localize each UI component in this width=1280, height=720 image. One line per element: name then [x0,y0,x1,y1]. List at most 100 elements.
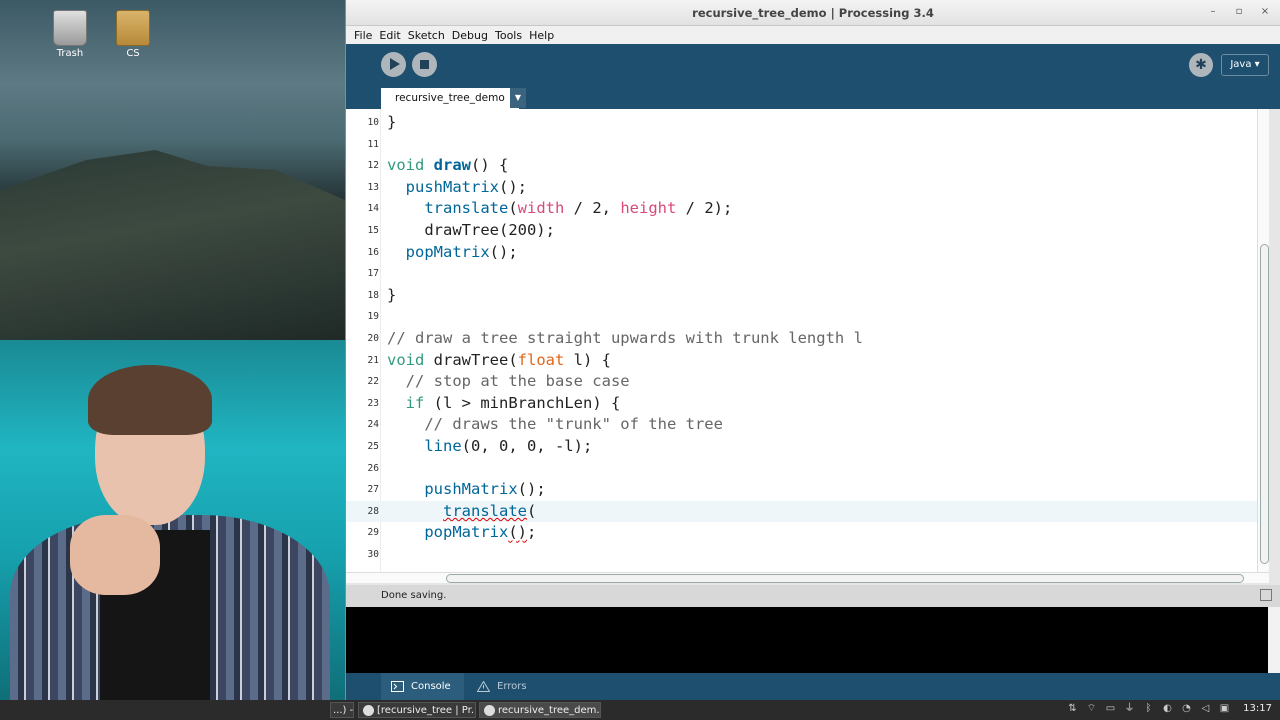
tab-menu-button[interactable]: ▼ [510,88,526,108]
taskbar-task-prev[interactable]: ...) - ... [330,702,354,718]
code-token: () { [471,156,509,175]
network-icon[interactable]: ⇅ [1067,703,1078,715]
code-token: ( [508,199,518,218]
trash-desktop-icon[interactable]: Trash [42,10,98,59]
tab-console[interactable]: Console [381,673,464,700]
code-line[interactable]: 30 [346,544,1257,566]
code-line[interactable]: 13 pushMatrix(); [346,177,1257,199]
code-line[interactable]: 26 [346,458,1257,480]
code-line[interactable]: 19 [346,306,1257,328]
line-number: 16 [367,246,379,258]
menu-sketch[interactable]: Sketch [408,29,445,42]
line-number: 25 [367,441,379,452]
close-button[interactable]: × [1258,5,1272,19]
webcam-presenter [0,365,330,700]
code-line[interactable]: 16 popMatrix(); [346,242,1257,264]
trash-label: Trash [56,48,84,59]
code-line[interactable]: 20 // draw a tree straight upwards with t… [346,328,1257,350]
butterfly-icon: ✱ [1195,57,1207,73]
editor-horizontal-scrollbar[interactable] [346,572,1269,583]
code-token: popMatrix [424,523,509,542]
code-line[interactable]: 21 void drawTree(float l) { [346,350,1257,372]
code-text: line(0, 0, 0, -l); [387,437,592,455]
taskbar-clock[interactable]: 13:17 [1243,703,1272,714]
code-token: // draws the "trunk" of the tree [387,415,723,434]
tab-errors[interactable]: Errors [467,673,547,700]
menu-edit[interactable]: Edit [379,29,400,42]
warning-icon [477,681,490,692]
code-line[interactable]: 24 // draws the "trunk" of the tree [346,414,1257,436]
code-text: void drawTree(float l) { [387,351,611,369]
volume-icon[interactable]: ◁ [1200,703,1211,715]
cs-folder-desktop-icon[interactable]: CS [105,10,161,59]
code-text: translate(width / 2, height / 2); [387,199,732,217]
code-token: if [405,393,425,412]
color-icon[interactable]: ◐ [1162,703,1173,715]
console-icon [391,681,404,692]
code-token: width [517,199,565,218]
code-line[interactable]: 10} [346,112,1257,134]
taskbar-task-recursive-tree[interactable]: [recursive_tree | Pr... [358,702,476,718]
taskbar-task-recursive-tree-demo[interactable]: recursive_tree_dem... [479,702,601,718]
code-token: pushMatrix [405,177,499,196]
bluetooth-icon[interactable]: ᛒ [1143,703,1154,715]
code-line[interactable]: 29 popMatrix(); [346,522,1257,544]
stop-button[interactable] [412,52,437,77]
menu-help[interactable]: Help [529,29,554,42]
horizontal-scroll-thumb[interactable] [446,574,1244,583]
code-line[interactable]: 11 [346,134,1257,156]
processing-icon [484,705,495,716]
code-line[interactable]: 22 // stop at the base case [346,371,1257,393]
storage-icon[interactable]: ▭ [1105,703,1116,715]
menu-file[interactable]: File [354,29,372,42]
code-line[interactable]: 25 line(0, 0, 0, -l); [346,436,1257,458]
editor-vertical-scrollbar[interactable] [1257,109,1269,572]
line-number: 14 [367,203,379,215]
trash-icon [53,10,87,46]
code-token: } [387,285,397,304]
maximize-button[interactable]: ▫ [1232,5,1246,19]
taskbar: ...) - ... [recursive_tree | Pr... recur… [0,700,1280,720]
title-bar[interactable]: recursive_tree_demo | Processing 3.4 – ▫… [346,0,1280,26]
sketch-toolbar: ✱ Java ▾ recursive_tree_demo ▼ [346,44,1280,109]
line-number: 10 [367,117,379,128]
code-token: / 2, [564,199,621,218]
code-line[interactable]: 17 [346,263,1257,285]
mode-selector[interactable]: Java ▾ [1221,54,1269,76]
usb-icon[interactable]: ⏚ [1124,703,1135,715]
code-line[interactable]: 14 translate(width / 2, height / 2); [346,198,1257,220]
code-line[interactable]: 15 drawTree(200); [346,220,1257,242]
status-notes-icon[interactable] [1260,589,1272,601]
code-token: popMatrix [405,242,490,261]
code-token: pushMatrix [424,480,518,499]
code-token: (); [499,177,527,196]
code-line[interactable]: 23 if (l > minBranchLen) { [346,393,1257,415]
presenter-hands [70,515,160,595]
debugger-button[interactable]: ✱ [1189,53,1213,77]
menu-debug[interactable]: Debug [452,29,488,42]
cs-folder-label: CS [126,48,140,59]
code-line[interactable]: 12 void draw() { [346,155,1257,177]
console-scrollbar[interactable] [1268,607,1280,673]
tab-recursive-tree-demo[interactable]: recursive_tree_demo [381,88,519,109]
code-token: (); [489,242,518,261]
triangle-down-icon: ▼ [514,93,522,102]
presenter-hair [88,365,212,435]
code-token: drawTree(200); [387,221,555,239]
menu-tools[interactable]: Tools [495,29,522,42]
vertical-scroll-thumb[interactable] [1260,244,1269,564]
speech-icon[interactable]: ◔ [1181,703,1192,715]
code-token: draw [433,156,471,175]
display-icon[interactable]: ▣ [1219,703,1230,715]
code-line[interactable]: 28 translate( [346,500,1257,523]
wifi-icon[interactable]: ⌔ [1086,703,1097,715]
code-editor[interactable]: 10} 11 12 void draw() {13 pushMatrix(); 14 t… [346,109,1257,572]
console-output[interactable] [346,607,1268,673]
run-button[interactable] [381,52,406,77]
code-line[interactable]: 18} [346,285,1257,307]
code-token: } [387,113,397,131]
code-line[interactable]: 27 pushMatrix(); [346,479,1257,501]
minimize-button[interactable]: – [1206,5,1220,19]
